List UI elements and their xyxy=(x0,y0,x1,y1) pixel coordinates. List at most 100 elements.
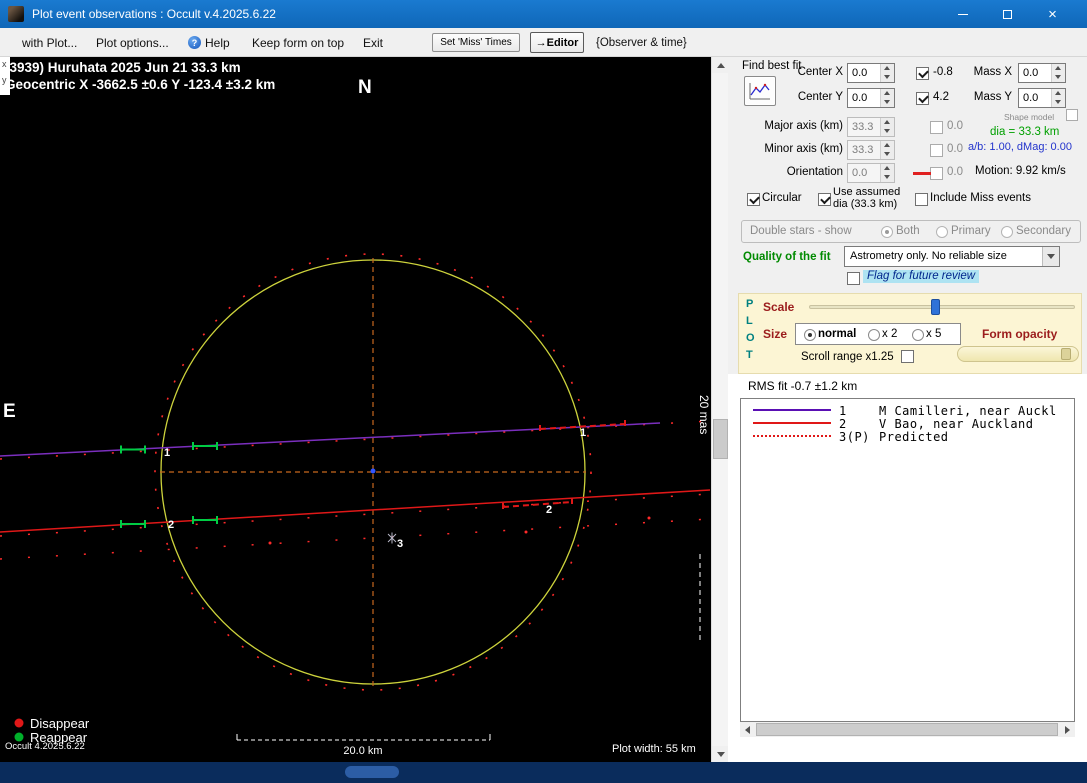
spin-down-button[interactable] xyxy=(1052,98,1065,107)
shape-model-label: Shape model xyxy=(1004,111,1054,124)
spin-down-button[interactable] xyxy=(881,150,894,159)
app-icon xyxy=(8,6,24,22)
plot-vertical-scrollbar[interactable] xyxy=(711,57,728,762)
spin-up-button[interactable] xyxy=(881,141,894,150)
size-x2-label: x 2 xyxy=(882,328,897,341)
center-x-checkbox[interactable] xyxy=(916,67,929,80)
orientation-label: Orientation xyxy=(745,166,843,179)
station-number: 2 xyxy=(839,417,847,431)
minor-axis-spinner[interactable]: 33.3 xyxy=(847,140,895,160)
edge-letter-2: y xyxy=(2,75,7,85)
spin-up-button[interactable] xyxy=(881,164,894,173)
plot-area[interactable]: 1 2 1 2 3 (3939) Huruhata 2025 Jun 21 33… xyxy=(0,57,711,762)
size-normal-radio[interactable] xyxy=(804,329,816,341)
maximize-button[interactable] xyxy=(985,0,1030,28)
menu-help[interactable]: Help xyxy=(205,36,230,50)
close-icon: × xyxy=(1048,7,1057,22)
double-stars-both-radio[interactable] xyxy=(881,226,893,238)
mass-y-spinner[interactable]: 0.0 xyxy=(1018,88,1066,108)
title-bar[interactable]: Plot event observations : Occult v.4.202… xyxy=(0,0,1087,28)
spin-down-button[interactable] xyxy=(1052,73,1065,82)
station-row[interactable]: 1 M Camilleri, near Auckl xyxy=(741,404,1074,417)
scale-slider-thumb[interactable] xyxy=(931,299,940,315)
circular-checkbox[interactable] xyxy=(747,193,760,206)
major-axis-checkbox[interactable] xyxy=(930,121,943,134)
double-stars-primary-radio[interactable] xyxy=(936,226,948,238)
size-x5-radio[interactable] xyxy=(912,329,924,341)
mass-x-label: Mass X xyxy=(960,66,1012,79)
scale-slider[interactable] xyxy=(809,299,1075,315)
shape-model-checkbox[interactable] xyxy=(1066,109,1078,121)
help-icon: ? xyxy=(188,36,201,49)
minimize-button[interactable] xyxy=(940,0,985,28)
center-y-spinner[interactable]: 0.0 xyxy=(847,88,895,108)
set-miss-times-button[interactable]: Set 'Miss' Times xyxy=(432,33,520,52)
spin-down-button[interactable] xyxy=(881,73,894,82)
horizontal-scrollbar-thumb[interactable] xyxy=(756,723,1058,736)
major-axis-spinner[interactable]: 33.3 xyxy=(847,117,895,137)
scroll-up-button[interactable] xyxy=(712,57,729,73)
center-y-checkbox[interactable] xyxy=(916,92,929,105)
include-miss-checkbox[interactable] xyxy=(915,193,928,206)
spin-up-button[interactable] xyxy=(881,118,894,127)
spin-down-button[interactable] xyxy=(881,127,894,136)
orientation-spinner[interactable]: 0.0 xyxy=(847,163,895,183)
quality-combo[interactable]: Astrometry only. No reliable size xyxy=(844,246,1060,267)
station-listbox[interactable]: 1 M Camilleri, near Auckl 2 V Bao, near … xyxy=(740,398,1075,722)
spin-up-button[interactable] xyxy=(1052,64,1065,73)
form-opacity-thumb[interactable] xyxy=(1061,348,1071,360)
size-option-box: normal x 2 x 5 xyxy=(795,323,961,345)
spin-down-button[interactable] xyxy=(881,98,894,107)
mass-x-spinner[interactable]: 0.0 xyxy=(1018,63,1066,83)
plot-letter-t: T xyxy=(746,349,753,361)
menu-exit[interactable]: Exit xyxy=(363,36,383,50)
flag-review-checkbox[interactable] xyxy=(847,272,860,285)
dropdown-arrow-icon xyxy=(1047,254,1055,259)
station-number: 3(P) xyxy=(839,430,870,444)
double-stars-group: Double stars - show Both Primary Seconda… xyxy=(741,220,1081,243)
editor-button[interactable]: →Editor xyxy=(530,32,584,53)
orientation-offset-label: 0.0 xyxy=(947,166,963,179)
spin-up-button[interactable] xyxy=(881,64,894,73)
scroll-down-button[interactable] xyxy=(712,746,729,762)
menu-plot-options[interactable]: Plot options... xyxy=(96,36,169,50)
combo-dropdown-button[interactable] xyxy=(1042,247,1059,266)
spin-up-button[interactable] xyxy=(1052,89,1065,98)
mass-y-label: Mass Y xyxy=(960,91,1012,104)
scroll-right-button[interactable] xyxy=(1060,722,1075,737)
miss2-number: 2 xyxy=(546,504,552,516)
center-x-spinner[interactable]: 0.0 xyxy=(847,63,895,83)
size-x2-radio[interactable] xyxy=(868,329,880,341)
chord1-color-swatch xyxy=(753,409,831,411)
double-stars-secondary-label: Secondary xyxy=(1016,225,1071,238)
major-axis-offset-label: 0.0 xyxy=(947,120,963,133)
station-row[interactable]: 2 V Bao, near Auckland xyxy=(741,417,1074,430)
plot-horizontal-scrollbar-thumb[interactable] xyxy=(345,766,399,778)
size-label: Size xyxy=(763,328,787,341)
orientation-checkbox[interactable] xyxy=(930,167,943,180)
scroll-left-button[interactable] xyxy=(740,722,755,737)
predicted-color-swatch xyxy=(753,435,831,437)
scale-slider-track[interactable] xyxy=(809,305,1075,309)
spin-up-button[interactable] xyxy=(881,89,894,98)
menu-keep-on-top[interactable]: Keep form on top xyxy=(252,36,344,50)
double-stars-secondary-radio[interactable] xyxy=(1001,226,1013,238)
form-opacity-slider[interactable] xyxy=(957,346,1079,362)
list-horizontal-scrollbar[interactable] xyxy=(740,722,1075,737)
menu-with-plot[interactable]: with Plot... xyxy=(22,36,77,50)
plot-width-label: Plot width: 55 km xyxy=(612,743,696,755)
use-assumed-checkbox[interactable] xyxy=(818,193,831,206)
include-miss-label: Include Miss events xyxy=(930,192,1031,205)
minor-axis-checkbox[interactable] xyxy=(930,144,943,157)
km-scale-label: 20.0 km xyxy=(343,745,382,757)
center-dot xyxy=(371,469,376,474)
station-row[interactable]: 3(P) Predicted xyxy=(741,430,1074,443)
chord2-number: 2 xyxy=(168,519,174,531)
spin-down-button[interactable] xyxy=(881,173,894,182)
right-arrow-icon xyxy=(1065,726,1070,734)
close-button[interactable]: × xyxy=(1030,0,1075,28)
plot-controls-panel: P L O T Scale Size normal x 2 x 5 Form o… xyxy=(738,293,1082,374)
scroll-range-checkbox[interactable] xyxy=(901,350,914,363)
vertical-scrollbar-thumb[interactable] xyxy=(713,419,728,459)
find-best-fit-button[interactable] xyxy=(744,76,776,106)
